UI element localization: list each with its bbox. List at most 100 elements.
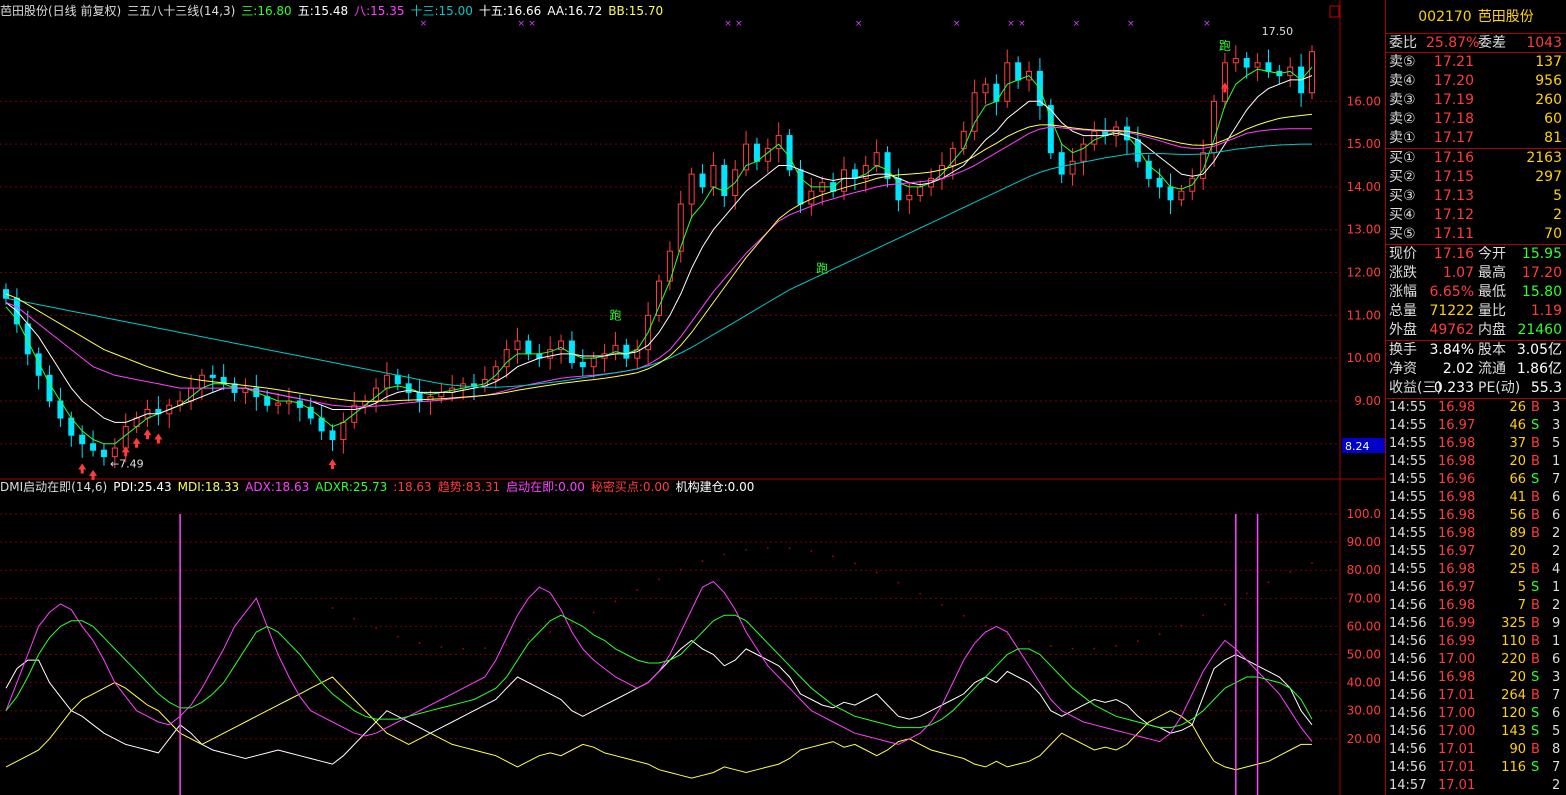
weicha-value: 1043 [1526, 35, 1562, 51]
trend-dot [679, 568, 682, 571]
price-tick-label: 13.00 [1347, 223, 1381, 237]
current-price-label: 8.24 [1345, 440, 1370, 453]
tick-volume: 56 [1509, 508, 1526, 523]
order-label: 买① [1389, 150, 1416, 166]
stat-label: 现价 [1389, 246, 1417, 262]
tick-row: 14:56 16.97 5 S 1 [1386, 579, 1566, 597]
order-label: 买③ [1389, 188, 1416, 204]
order-row: 买④ 17.12 2 [1386, 206, 1566, 225]
tick-side: B [1531, 598, 1540, 613]
stat-label: 涨幅 [1389, 284, 1417, 300]
stock-title[interactable]: 002170 芭田股份 [1386, 0, 1566, 34]
order-volume: 260 [1535, 92, 1562, 108]
tick-volume: 26 [1509, 400, 1526, 415]
fund-value: 1.86亿 [1516, 361, 1562, 377]
trend-dot [1267, 581, 1270, 584]
candle-body [514, 340, 521, 351]
candle-body [982, 83, 989, 94]
tick-row: 14:56 17.01 264 B 7 [1386, 687, 1566, 705]
tick-list[interactable]: 14:55 16.98 26 B 3 14:55 16.97 46 S 3 14:55 16.98 37… [1386, 399, 1566, 795]
trend-dot [1311, 562, 1313, 565]
buy-orders: 买① 17.16 2163 买② 17.15 297 买③ 17.13 5 买④ 17.12 2 买⑤ 1… [1386, 149, 1566, 245]
tick-row: 14:56 16.99 325 B 9 [1386, 615, 1566, 633]
tick-row: 14:55 16.98 25 B 4 [1386, 561, 1566, 579]
order-volume: 137 [1535, 54, 1562, 70]
order-label: 卖① [1389, 130, 1416, 146]
candle-body [383, 374, 390, 389]
tick-row: 14:55 16.98 26 B 3 [1386, 399, 1566, 417]
candle-body [1069, 160, 1076, 175]
tick-row: 14:55 16.96 66 S 7 [1386, 471, 1566, 489]
order-volume: 2163 [1526, 150, 1562, 166]
tick-count: 1 [1552, 454, 1561, 469]
price-tick-label: 15.00 [1347, 137, 1381, 151]
trend-dot [854, 562, 856, 565]
tick-side: S [1531, 724, 1540, 739]
order-volume: 956 [1535, 73, 1562, 89]
order-row: 买③ 17.13 5 [1386, 187, 1566, 206]
tick-time: 14:55 [1389, 562, 1427, 577]
stat-value: 17.20 [1521, 265, 1562, 281]
legend-item: 八:15.35 [354, 4, 405, 18]
tick-row: 14:56 17.01 90 B 8 [1386, 741, 1566, 759]
tick-row: 14:55 16.98 41 B 6 [1386, 489, 1566, 507]
tick-time: 14:55 [1389, 436, 1427, 451]
tick-time: 14:55 [1389, 400, 1427, 415]
order-price: 17.15 [1433, 169, 1474, 185]
order-volume: 2 [1553, 207, 1562, 223]
buy-arrow-icon [78, 463, 87, 474]
tick-price: 16.98 [1438, 526, 1476, 541]
tick-count: 3 [1552, 418, 1561, 433]
candle-body [764, 147, 771, 162]
tick-side: B [1531, 616, 1540, 631]
tick-volume: 120 [1501, 706, 1526, 721]
candle-body [1221, 62, 1228, 102]
tick-side: B [1531, 562, 1540, 577]
tick-time: 14:56 [1389, 652, 1427, 667]
tick-volume: 66 [1509, 472, 1526, 487]
legend-item: 十三:15.00 [410, 4, 473, 18]
tick-count: 8 [1552, 742, 1561, 757]
tick-time: 14:56 [1389, 670, 1427, 685]
kline-chart-area[interactable]: 16.00 15.00 14.00 13.00 12.00 11.00 10.00 9.00 8… [0, 0, 1385, 795]
candle-body [568, 340, 575, 363]
run-signal-label: 跑 [1219, 39, 1231, 53]
legend-item: AA:16.72 [547, 4, 603, 18]
tick-side: S [1531, 706, 1540, 721]
signal-x-marker: × [724, 19, 732, 29]
buy-arrow-icon [328, 459, 337, 470]
order-price: 17.12 [1433, 207, 1474, 223]
tick-row: 14:56 16.98 20 S 3 [1386, 669, 1566, 687]
high-price-annotation: 17.50 [1262, 25, 1294, 38]
order-volume: 60 [1544, 111, 1562, 127]
order-price: 17.19 [1433, 92, 1474, 108]
candle-body [1265, 62, 1272, 72]
tick-price: 16.98 [1438, 436, 1476, 451]
trend-dot [832, 555, 835, 558]
candle-body [1004, 62, 1011, 102]
tick-time: 14:56 [1389, 760, 1427, 775]
legend-item: 趋势:83.31 [437, 480, 501, 494]
trend-dot [788, 547, 791, 550]
trend-dot [1049, 645, 1052, 648]
quote-stats: 现价 17.16 今开 15.95 涨跌 1.07 最高 17.20 涨幅 6.65% 最低 15.8… [1386, 245, 1566, 341]
legend-item: 启动在即:0.00 [506, 480, 585, 494]
stat-value: 1.07 [1442, 265, 1474, 281]
indicator-tick-label: 70.00 [1347, 591, 1381, 605]
candle-body [688, 173, 695, 205]
legend-item: 秘密买点:0.00 [590, 480, 670, 494]
trend-dot [353, 617, 356, 620]
tick-side: S [1531, 418, 1540, 433]
signal-x-marker: × [528, 19, 536, 29]
candle-body [1156, 177, 1163, 188]
sell-orders: 卖⑤ 17.21 137 卖④ 17.20 956 卖③ 17.19 260 卖② 17.18 60 卖… [1386, 53, 1566, 149]
kline-chart-svg[interactable]: 16.00 15.00 14.00 13.00 12.00 11.00 10.00 9.00 8… [0, 0, 1385, 795]
trend-dot [745, 549, 747, 551]
stat-label: 量比 [1478, 303, 1506, 319]
tick-price: 17.00 [1438, 706, 1476, 721]
tick-side: B [1531, 436, 1540, 451]
quote-panel: 002170 芭田股份 委比 25.87% 委差 1043 卖⑤ 17.21 137 卖… [1385, 0, 1566, 795]
signal-x-marker: × [735, 19, 743, 29]
trend-dot [766, 547, 769, 549]
tick-volume: 220 [1501, 652, 1526, 667]
